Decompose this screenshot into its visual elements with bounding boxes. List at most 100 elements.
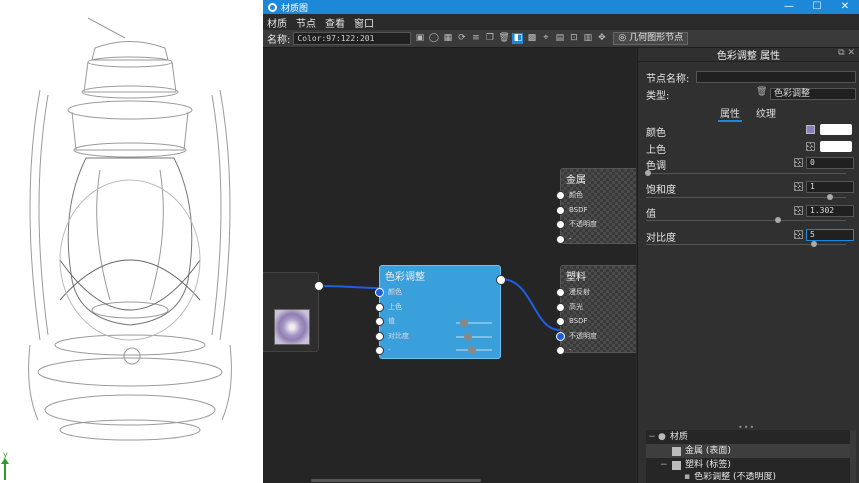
saturation-slider-knob[interactable] xyxy=(827,194,833,200)
fit-icon[interactable]: ⊡ xyxy=(568,33,579,44)
checker-icon[interactable]: ▦ xyxy=(442,33,453,44)
plastic-port-opacity: 不透明度 xyxy=(556,329,636,344)
tree-item-label: 金属 (表面) xyxy=(685,446,731,456)
value-slider-knob[interactable] xyxy=(775,217,781,223)
minimize-button[interactable]: — xyxy=(775,0,803,14)
type-label: 类型: xyxy=(646,91,670,102)
port-icon[interactable] xyxy=(556,302,565,312)
hue-input[interactable]: 0 xyxy=(806,157,854,169)
texture-map-icon[interactable] xyxy=(794,206,803,215)
material-editor-window: 材质图 — ☐ ✕ 材质 节点 查看 窗口 名称: Color:97:122:2… xyxy=(263,0,859,483)
assign-icon[interactable]: ◧ xyxy=(512,33,524,44)
texture-map-icon[interactable] xyxy=(794,182,803,191)
node-graph[interactable]: 金属 颜色 BSDF 不透明度 - 塑料 漫反射 高光 BSDF 不透明度 - … xyxy=(263,48,636,483)
tree-item-label: 材质 xyxy=(669,432,688,442)
value-input[interactable]: 1.302 xyxy=(806,205,854,217)
color-adjust-node-title: 色彩调整 xyxy=(385,272,425,283)
duplicate-icon[interactable]: ❐ xyxy=(484,33,495,44)
grid-icon[interactable]: ▩ xyxy=(526,33,537,44)
color-adjust-out-port[interactable] xyxy=(496,275,506,285)
plastic-node-title: 塑料 xyxy=(566,272,586,283)
menu-node[interactable]: 节点 xyxy=(296,15,316,30)
app-icon xyxy=(268,2,277,12)
texture-node[interactable] xyxy=(263,272,324,352)
port-icon[interactable] xyxy=(375,317,384,326)
port-icon[interactable] xyxy=(556,220,565,229)
port-icon[interactable] xyxy=(375,331,384,341)
3d-viewport[interactable]: y xyxy=(0,0,263,483)
panel-controls[interactable]: ⧉ ✕ xyxy=(838,48,855,58)
hue-slider-knob[interactable] xyxy=(645,170,651,176)
node-slider-knob[interactable] xyxy=(468,346,476,354)
node-name-input[interactable] xyxy=(696,71,856,83)
port-icon[interactable] xyxy=(556,288,565,297)
settings-icon[interactable]: ≡ xyxy=(470,33,481,44)
menu-window[interactable]: 窗口 xyxy=(354,15,374,30)
panel-close-icon[interactable]: ✕ xyxy=(847,48,855,58)
saturation-input[interactable]: 1 xyxy=(806,181,854,193)
name-label: 名称: xyxy=(267,35,291,46)
texture-map-icon[interactable] xyxy=(794,230,803,239)
tree-item-metal[interactable]: 金属 (表面) xyxy=(646,444,856,458)
refresh-icon[interactable]: ⟳ xyxy=(456,33,467,44)
geometry-node-button[interactable]: ◎ 几何图形节点 xyxy=(613,32,689,45)
delete-icon[interactable]: 🗑 xyxy=(498,33,509,44)
value-slider-track[interactable] xyxy=(646,220,846,221)
menu-material[interactable]: 材质 xyxy=(267,15,287,30)
color-adjust-node[interactable]: 色彩调整 颜色 上色 值 对比度 - xyxy=(375,265,506,359)
port-icon[interactable] xyxy=(556,191,565,200)
node-slider-knob[interactable] xyxy=(460,319,468,327)
port-label: - xyxy=(569,346,572,354)
port-icon[interactable] xyxy=(556,346,565,355)
contrast-input[interactable]: 5 xyxy=(806,229,854,241)
texture-map-icon[interactable] xyxy=(806,142,815,151)
tree-item-plastic[interactable]: − 塑料 (标签) xyxy=(646,458,856,472)
close-button[interactable]: ✕ xyxy=(831,0,859,14)
metal-node-title: 金属 xyxy=(566,175,586,186)
float-icon[interactable]: ⧉ xyxy=(838,48,844,58)
port-icon[interactable] xyxy=(556,234,565,244)
panel-icon[interactable]: ▥ xyxy=(582,33,593,44)
hue-slider-track[interactable] xyxy=(646,173,846,174)
titlebar[interactable]: 材质图 — ☐ ✕ xyxy=(263,0,859,14)
tree-scrollbar[interactable] xyxy=(850,430,856,483)
color-swatch[interactable] xyxy=(820,124,852,135)
name-field[interactable]: Color:97:122:201 xyxy=(293,32,412,45)
port-icon[interactable] xyxy=(556,205,565,215)
metal-node[interactable]: 金属 颜色 BSDF 不透明度 - xyxy=(556,168,636,244)
texture-map-icon[interactable] xyxy=(794,158,803,167)
plastic-port-diffuse: 漫反射 xyxy=(556,285,636,300)
tab-properties[interactable]: 属性 xyxy=(718,105,742,122)
tab-texture[interactable]: 纹理 xyxy=(754,105,778,122)
port-icon[interactable] xyxy=(375,302,384,312)
sphere-icon[interactable]: ◯ xyxy=(428,33,439,44)
metal-port-color: 颜色 xyxy=(556,188,636,203)
trash-icon[interactable]: 🗑 xyxy=(756,87,767,97)
pick-icon[interactable]: ⌖ xyxy=(540,33,551,44)
tree-item-material[interactable]: − ● 材质 xyxy=(646,430,856,444)
maximize-button[interactable]: ☐ xyxy=(803,0,831,14)
port-icon[interactable] xyxy=(556,331,565,341)
tree-item-color-adjust[interactable]: ▪ 色彩调整 (不透明度) xyxy=(646,472,856,481)
color-picker-icon[interactable] xyxy=(806,125,815,134)
node-slider-track xyxy=(456,336,492,338)
port-icon[interactable] xyxy=(556,317,565,326)
tool-icon[interactable]: ✥ xyxy=(596,33,607,44)
port-icon[interactable] xyxy=(375,346,384,355)
plastic-node[interactable]: 塑料 漫反射 高光 BSDF 不透明度 - xyxy=(556,265,636,355)
saturation-row: 饱和度 1 xyxy=(646,181,854,196)
hue-row: 色调 0 xyxy=(646,157,854,172)
saturation-slider-track[interactable] xyxy=(646,197,846,198)
tint-swatch[interactable] xyxy=(820,141,852,152)
graph-horizontal-scrollbar[interactable] xyxy=(311,479,481,482)
plastic-port-bsdf: BSDF xyxy=(556,314,636,329)
layout-icon[interactable]: ▤ xyxy=(554,33,565,44)
window-title: 材质图 xyxy=(281,3,309,14)
save-icon[interactable]: ▣ xyxy=(414,33,425,44)
menu-view[interactable]: 查看 xyxy=(325,15,345,30)
contrast-slider-knob[interactable] xyxy=(811,241,817,247)
port-icon[interactable] xyxy=(375,288,384,297)
texture-out-port[interactable] xyxy=(314,281,324,291)
node-slider-knob[interactable] xyxy=(464,333,472,341)
type-select[interactable]: 色彩调整 xyxy=(770,88,856,100)
